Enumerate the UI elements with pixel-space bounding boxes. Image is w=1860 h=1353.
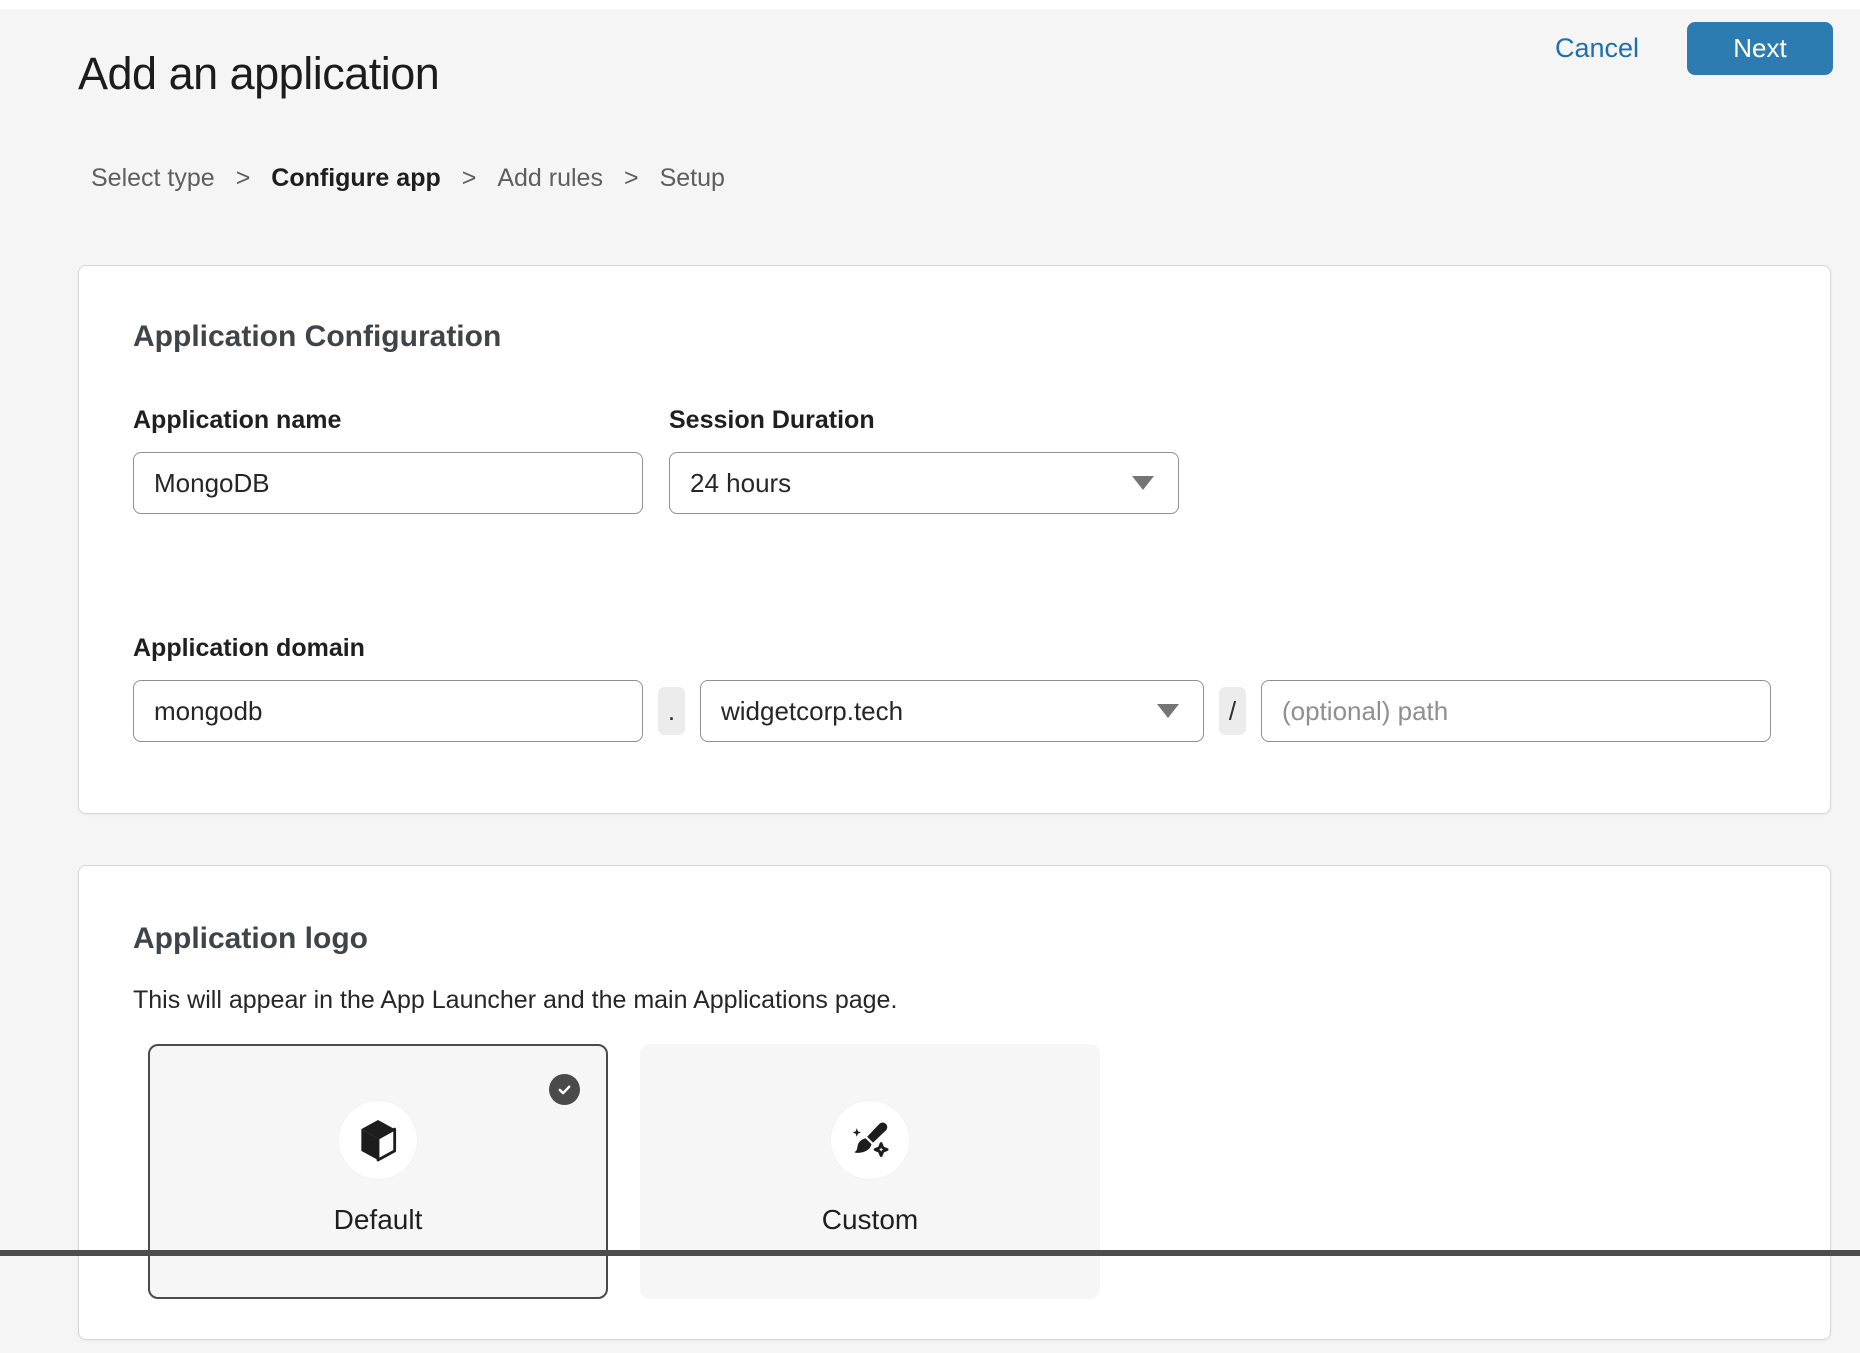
top-edge-strip [0,0,1860,9]
domain-value: widgetcorp.tech [721,696,903,727]
next-button[interactable]: Next [1687,22,1833,75]
application-name-input[interactable] [133,452,643,514]
step-separator: > [462,164,477,193]
subdomain-input[interactable] [133,680,643,742]
session-duration-label: Session Duration [669,406,1179,435]
application-name-label: Application name [133,406,643,435]
logo-option-custom[interactable]: Custom [640,1044,1100,1299]
custom-logo-circle [831,1101,909,1179]
step-add-rules[interactable]: Add rules [497,164,603,193]
chevron-down-icon [1157,704,1179,718]
step-configure-app[interactable]: Configure app [271,164,440,193]
selected-check-badge [549,1074,580,1105]
logo-option-label: Default [334,1204,423,1236]
logo-option-default[interactable]: Default [148,1044,608,1299]
default-logo-circle [339,1101,417,1179]
step-separator: > [624,164,639,193]
slash-separator: / [1219,687,1246,735]
paintbrush-icon [847,1117,893,1163]
step-setup[interactable]: Setup [660,164,725,193]
check-icon [555,1080,574,1099]
cube-icon [358,1118,398,1162]
configuration-heading: Application Configuration [133,320,1776,354]
application-configuration-card: Application Configuration Application na… [78,265,1831,814]
bottom-edge-bar [0,1250,1860,1256]
logo-option-label: Custom [822,1204,918,1236]
wizard-steps: Select type > Configure app > Add rules … [91,164,725,193]
step-separator: > [236,164,251,193]
application-domain-label: Application domain [133,634,643,663]
logo-heading: Application logo [133,922,1776,956]
step-select-type[interactable]: Select type [91,164,215,193]
domain-select[interactable]: widgetcorp.tech [700,680,1204,742]
chevron-down-icon [1132,476,1154,490]
logo-options: Default Custom [148,1044,1776,1299]
path-input[interactable] [1261,680,1771,742]
application-logo-card: Application logo This will appear in the… [78,865,1831,1340]
dot-separator: . [658,687,685,735]
session-duration-value: 24 hours [690,468,791,499]
header-actions: Cancel Next [1555,22,1833,75]
cancel-button[interactable]: Cancel [1555,33,1639,64]
page-title: Add an application [78,48,439,100]
logo-description: This will appear in the App Launcher and… [133,986,1776,1015]
session-duration-select[interactable]: 24 hours [669,452,1179,514]
